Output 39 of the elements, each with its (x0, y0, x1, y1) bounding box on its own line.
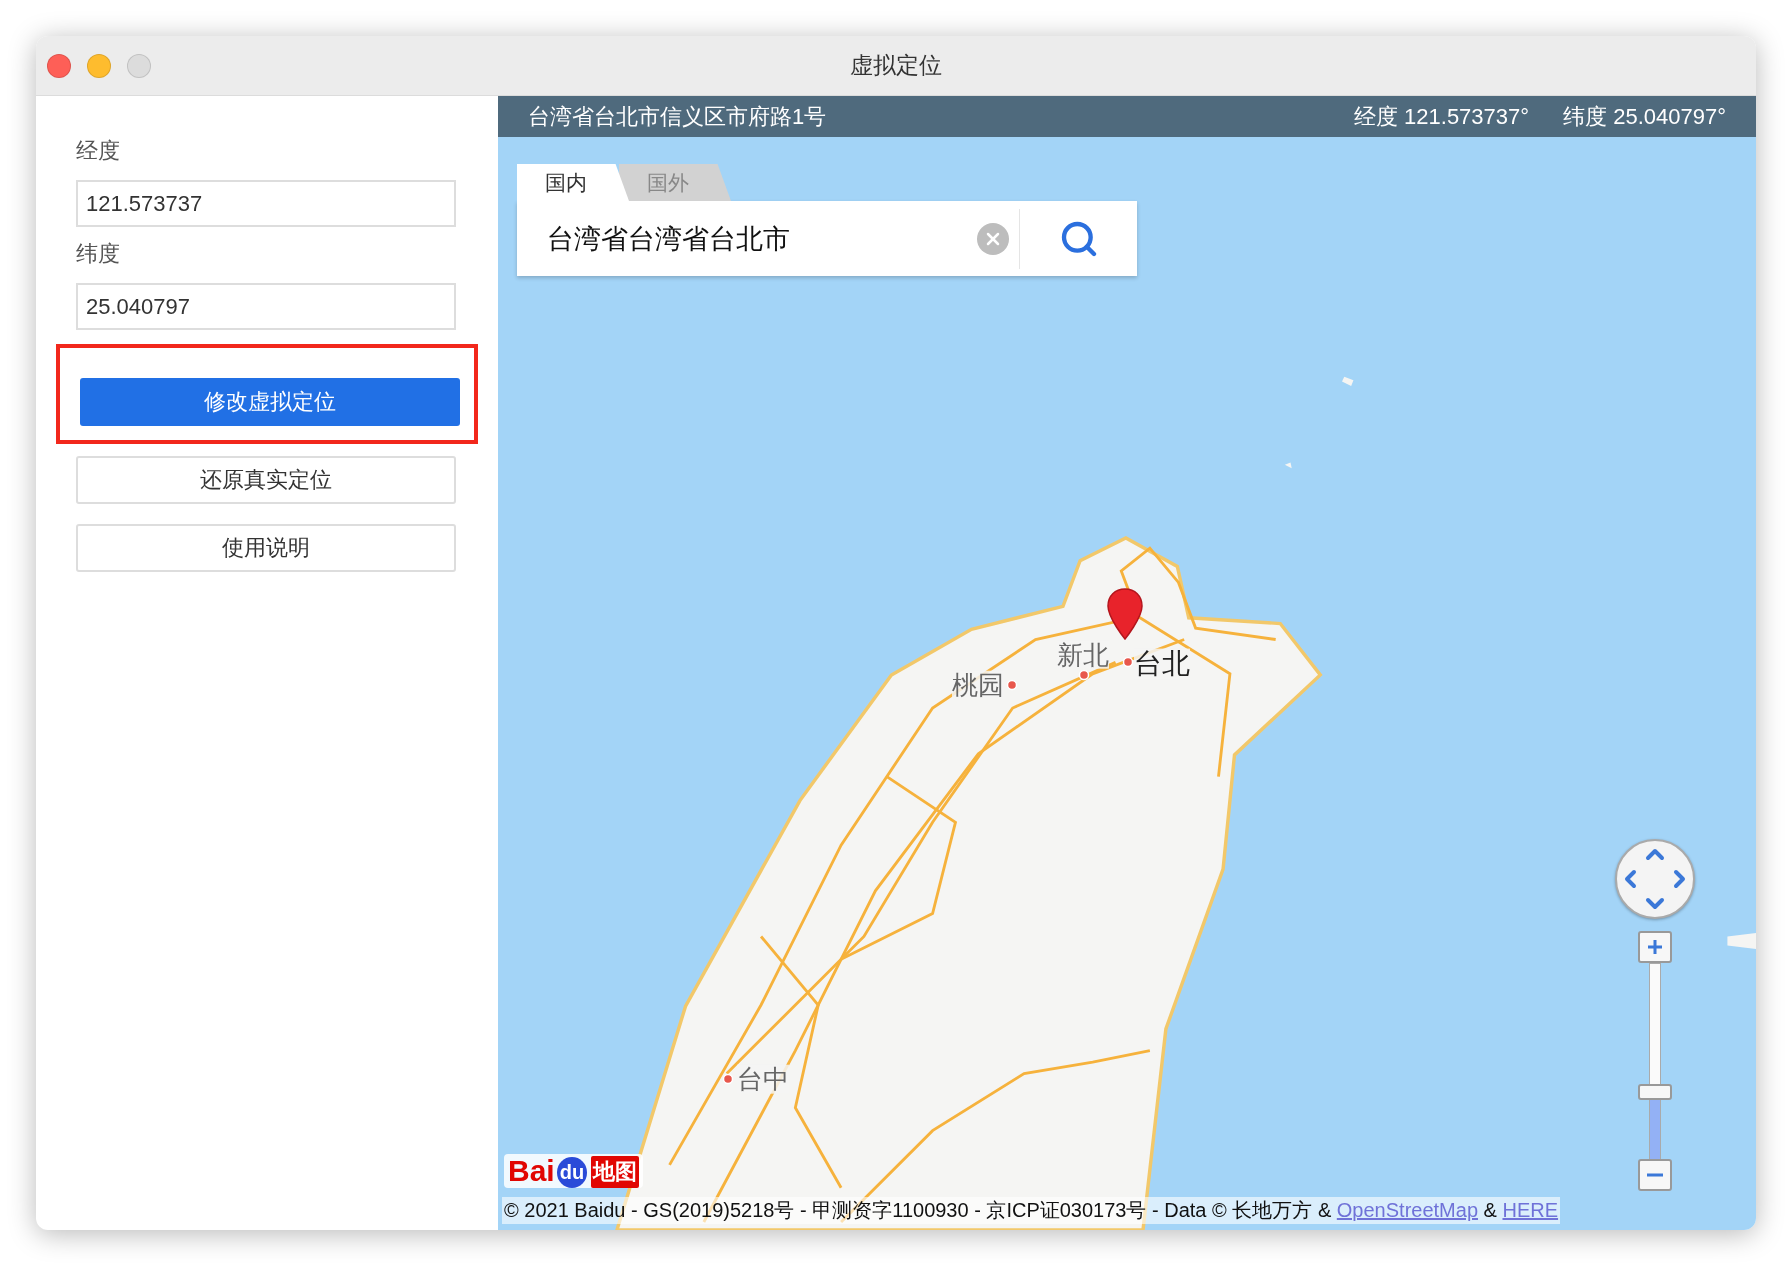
zoom-slider[interactable] (1638, 963, 1672, 1159)
action-button[interactable]: 还原真实定位 (76, 456, 456, 504)
window-title: 虚拟定位 (850, 51, 942, 80)
city-dot-icon (721, 1072, 734, 1085)
location-pin-icon (1106, 587, 1145, 642)
city-label: 台北 (1134, 648, 1191, 680)
action-button[interactable]: 使用说明 (76, 524, 456, 572)
zoom-in-button[interactable] (1638, 931, 1672, 963)
attribution-text: © 2021 Baidu - GS(2019)5218号 - 甲测资字1100930 - 京ICP证030173号 - Data © 长地万方 & OpenStreetMap & HERE (502, 1197, 1561, 1224)
coordinate-field[interactable]: 121.573737 (76, 180, 456, 227)
city-label: 新北 (1056, 640, 1109, 670)
map-view[interactable]: 新北 台北 桃园 台中 国内 国外 台湾省台湾省台北市 Bai du 地图 © 2021 Baidu - GS(2019)5218号 - 甲测资字1100930 - 京ICP证030173号 - Data © 长地万方 & OpenStreetMap & HERE (498, 137, 1756, 1230)
islet-drawing (1342, 376, 1354, 386)
city-label: 台中 (736, 1064, 789, 1094)
city-dot-icon (1078, 669, 1091, 682)
plus-icon (1646, 938, 1664, 956)
pan-control[interactable] (1615, 839, 1695, 919)
longitude-text: 经度 121.573737° (1353, 102, 1530, 131)
map-logo: Bai du 地图 (504, 1154, 644, 1188)
address-text: 台湾省台北市信义区市府路1号 (528, 102, 827, 131)
coordinate-field[interactable]: 25.040797 (76, 283, 456, 330)
city-label: 桃园 (951, 670, 1004, 699)
close-button[interactable] (47, 53, 71, 78)
city-dot-icon (1006, 678, 1019, 691)
region-tab[interactable]: 国内 (517, 164, 629, 201)
primary-button[interactable]: 修改虚拟定位 (80, 378, 460, 426)
latitude-text: 纬度 25.040797° (1563, 102, 1726, 131)
zoom-out-button[interactable] (1638, 1159, 1672, 1191)
field-label: 纬度 (76, 240, 121, 268)
search-input[interactable]: 台湾省台湾省台北市 (517, 222, 977, 255)
search-field[interactable]: 台湾省台湾省台北市 (517, 201, 1137, 276)
islet-drawing (1284, 462, 1292, 469)
islet-drawing (1727, 933, 1756, 950)
minimize-button[interactable] (87, 53, 111, 78)
city-dot-icon (1121, 655, 1134, 668)
clear-icon[interactable] (977, 222, 1009, 255)
minus-icon (1647, 1173, 1663, 1177)
zoom-handle[interactable] (1638, 1083, 1672, 1100)
field-label: 经度 (76, 137, 121, 165)
